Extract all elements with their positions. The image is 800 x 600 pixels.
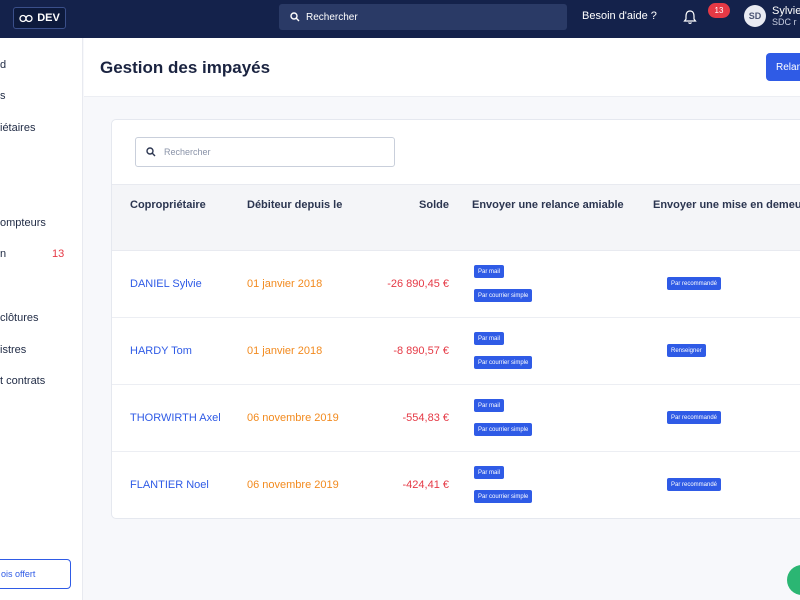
unpaid-table-card: Copropriétaire Débiteur depuis le Solde … [111,119,800,519]
table-row: HARDY Tom 01 janvier 2018 -8 890,57 € Pa… [112,318,800,385]
formal-notice-button[interactable]: Par recommandé [667,411,722,424]
balance-amount: -424,41 € [402,479,449,491]
formal-notice-button[interactable]: Par recommandé [667,277,722,290]
column-header-formal-notice: Envoyer une mise en demeure [653,199,800,211]
sidebar-item-relances[interactable]: n [0,248,6,260]
sidebar-item-contrats[interactable]: t contrats [0,375,45,387]
send-by-email-button[interactable]: Par mail [474,265,505,278]
table-search-input[interactable] [164,147,364,157]
column-header-owner[interactable]: Copropriétaire [130,199,206,211]
search-icon [146,147,156,157]
page-title: Gestion des impayés [100,58,271,77]
table-header: Copropriétaire Débiteur depuis le Solde … [112,184,800,251]
sidebar-item-coproprietaires[interactable]: iétaires [0,122,35,134]
column-header-balance[interactable]: Solde [419,199,449,211]
owner-name[interactable]: HARDY Tom [130,345,192,357]
user-name[interactable]: Sylvie [772,5,800,17]
debtor-since: 06 novembre 2019 [247,412,339,424]
formal-notice-button[interactable]: Renseigner [667,344,706,357]
table-row: DANIEL Sylvie 01 janvier 2018 -26 890,45… [112,251,800,318]
search-icon [290,12,300,22]
owner-name[interactable]: FLANTIER Noel [130,479,209,491]
balance-amount: -8 890,57 € [393,345,449,357]
free-month-offer-button[interactable]: ois offert [0,559,71,589]
balance-amount: -554,83 € [402,412,449,424]
send-by-simple-mail-button[interactable]: Par courrier simple [474,490,533,503]
sidebar: d s iétaires ompteurs n 13 clôtures istr… [0,38,83,600]
owner-name[interactable]: DANIEL Sylvie [130,278,202,290]
environment-badge[interactable]: DEV [13,7,66,29]
avatar[interactable]: SD [744,5,766,27]
send-by-simple-mail-button[interactable]: Par courrier simple [474,423,533,436]
link-icon [19,14,33,22]
sidebar-item-dashboard[interactable]: d [0,59,6,71]
bell-icon[interactable] [683,9,697,25]
balance-amount: -26 890,45 € [387,278,449,290]
relancer-button[interactable]: Relancer [766,53,800,81]
column-header-amicable-reminder: Envoyer une relance amiable [472,199,624,211]
send-by-simple-mail-button[interactable]: Par courrier simple [474,356,533,369]
help-link[interactable]: Besoin d'aide ? [582,10,657,22]
table-search[interactable] [135,137,395,167]
global-search-label: Rechercher [306,11,358,23]
sidebar-item-count: 13 [52,248,65,260]
help-fab-icon[interactable] [787,565,800,595]
table-row: THORWIRTH Axel 06 novembre 2019 -554,83 … [112,385,800,452]
environment-label: DEV [37,12,60,24]
sidebar-item-sinistres[interactable]: istres [0,344,26,356]
sidebar-item-compteurs[interactable]: ompteurs [0,217,46,229]
debtor-since: 01 janvier 2018 [247,345,323,357]
debtor-since: 01 janvier 2018 [247,278,323,290]
notification-badge: 13 [708,3,730,18]
send-by-email-button[interactable]: Par mail [474,332,505,345]
debtor-since: 06 novembre 2019 [247,479,339,491]
table-row: FLANTIER Noel 06 novembre 2019 -424,41 €… [112,452,800,518]
global-search[interactable]: Rechercher [279,4,567,30]
sidebar-item-clotures[interactable]: clôtures [0,312,39,324]
page-header: Gestion des impayés Relancer [84,38,800,97]
send-by-simple-mail-button[interactable]: Par courrier simple [474,289,533,302]
column-header-since[interactable]: Débiteur depuis le [247,199,342,211]
owner-name[interactable]: THORWIRTH Axel [130,412,221,424]
user-organization: SDC r [772,17,797,27]
send-by-email-button[interactable]: Par mail [474,466,505,479]
send-by-email-button[interactable]: Par mail [474,399,505,412]
formal-notice-button[interactable]: Par recommandé [667,478,722,491]
sidebar-item-2[interactable]: s [0,90,6,102]
top-bar: DEV Rechercher Besoin d'aide ? 13 SD Syl… [0,0,800,38]
